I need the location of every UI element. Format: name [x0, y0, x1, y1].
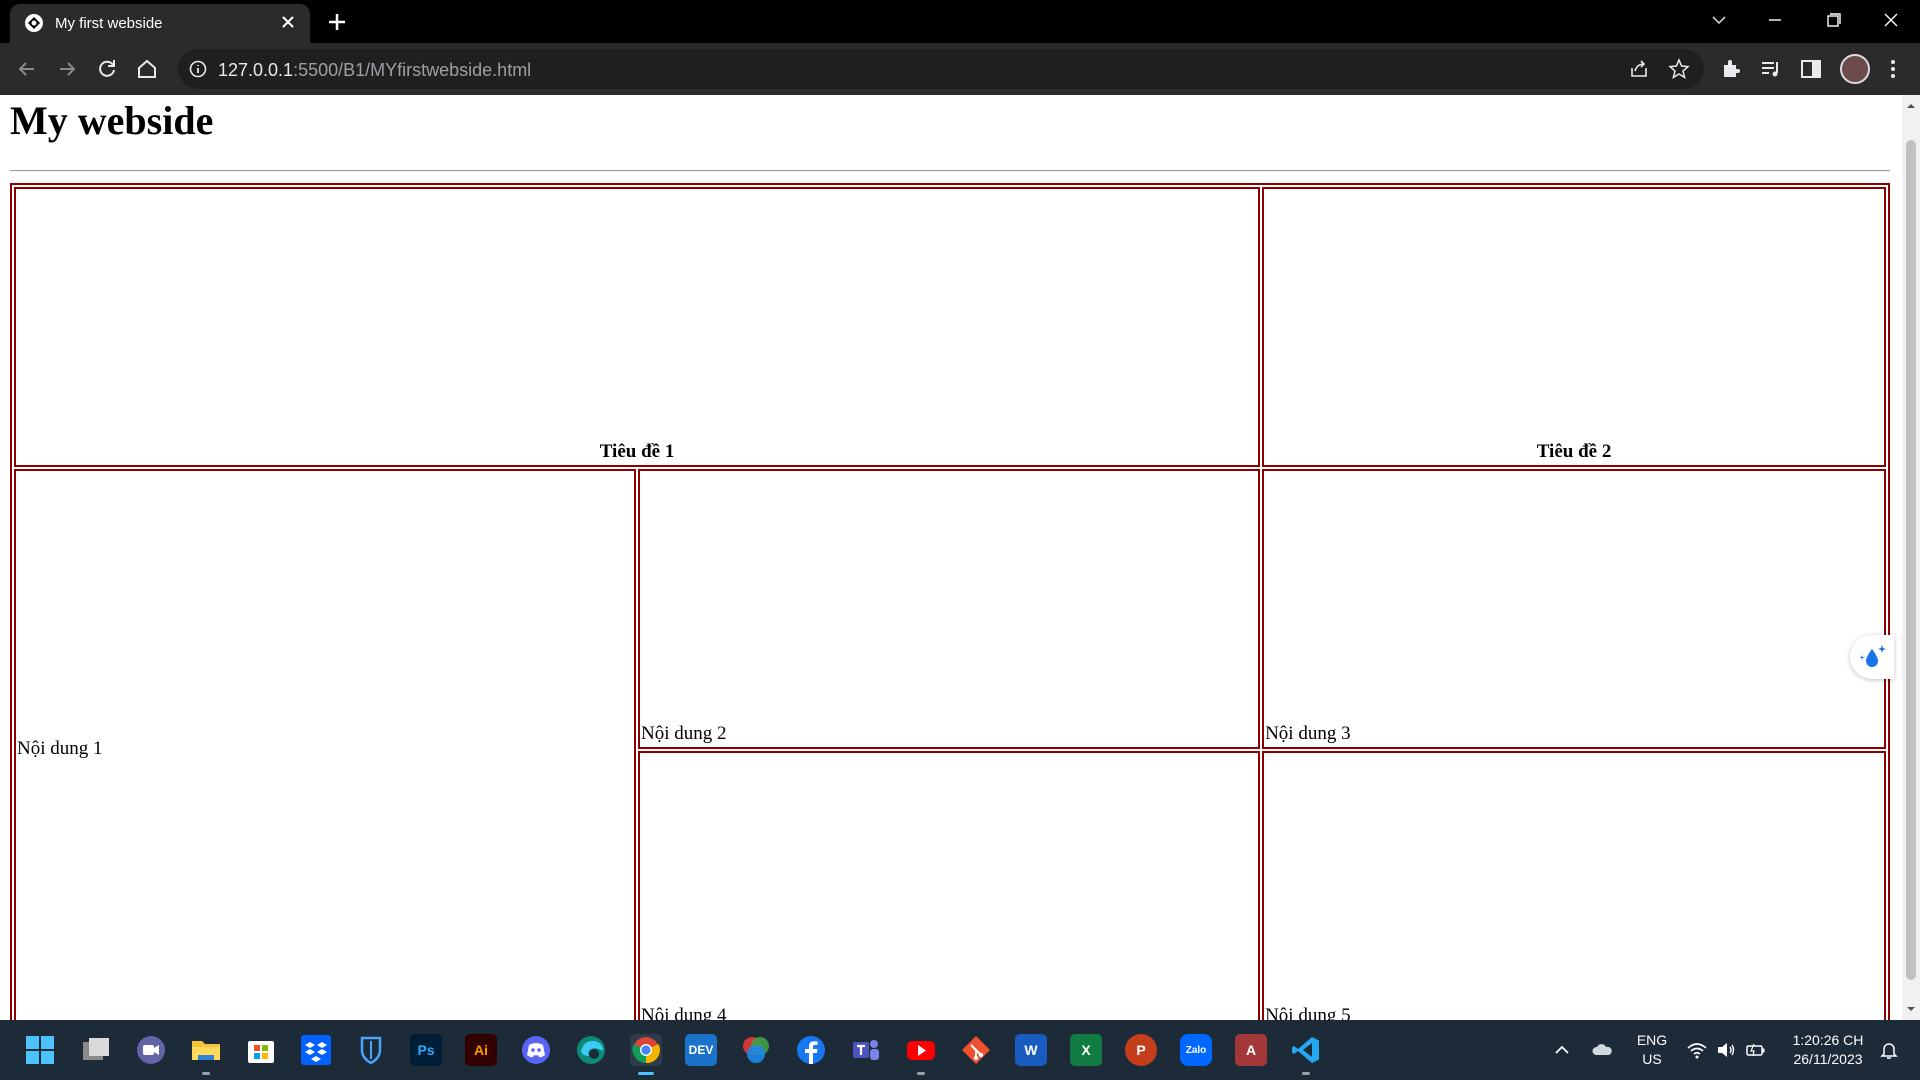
zalo-icon[interactable]: Zalo: [1180, 1034, 1212, 1066]
scroll-down-arrow-icon[interactable]: [1906, 1004, 1916, 1014]
store-icon[interactable]: [245, 1034, 277, 1066]
restore-icon[interactable]: [1818, 8, 1848, 32]
tab-search-icon[interactable]: [1704, 8, 1734, 32]
youtube-icon[interactable]: [905, 1034, 937, 1066]
dropbox-icon[interactable]: [300, 1034, 332, 1066]
running-indicator: [202, 1072, 210, 1075]
word-icon[interactable]: W: [1015, 1034, 1047, 1066]
bookmark-star-icon[interactable]: [1668, 58, 1690, 80]
reload-icon[interactable]: [94, 56, 120, 82]
close-tab-icon[interactable]: [278, 12, 298, 32]
url-path: :5500/B1/MYfirstwebside.html: [293, 60, 532, 80]
minimize-icon[interactable]: [1760, 8, 1790, 32]
windows-taskbar: Ps Ai DEV W X P Zalo A ENG US 1:20:26 CH…: [0, 1020, 1920, 1080]
browser-toolbar: 127.0.0.1:5500/B1/MYfirstwebside.html: [0, 43, 1920, 95]
table-cell-content-5: Nội dung 5: [1262, 751, 1886, 1020]
horizontal-rule: [10, 170, 1890, 172]
content-table: Tiêu đề 1 Tiêu đề 2 Nội dung 1 Nội dung …: [10, 183, 1890, 1020]
active-indicator: [638, 1072, 654, 1075]
edge-icon[interactable]: [575, 1034, 607, 1066]
clock-date: 26/11/2023: [1793, 1051, 1863, 1067]
wifi-icon[interactable]: [1686, 1039, 1708, 1061]
discord-icon[interactable]: [520, 1034, 552, 1066]
region-code: US: [1642, 1051, 1662, 1067]
file-explorer-icon[interactable]: [190, 1034, 222, 1066]
address-bar[interactable]: 127.0.0.1:5500/B1/MYfirstwebside.html: [178, 49, 1704, 89]
excel-icon[interactable]: X: [1070, 1034, 1102, 1066]
running-indicator: [917, 1072, 925, 1075]
home-icon[interactable]: [134, 56, 160, 82]
access-icon[interactable]: A: [1235, 1034, 1267, 1066]
scroll-up-arrow-icon[interactable]: [1906, 101, 1916, 111]
table-cell-content-3: Nội dung 3: [1262, 469, 1886, 749]
teams-icon[interactable]: [850, 1034, 882, 1066]
running-indicator: [1302, 1072, 1310, 1075]
site-info-icon[interactable]: [188, 59, 208, 79]
url-host: 127.0.0.1: [218, 60, 294, 80]
meet-icon[interactable]: [135, 1034, 167, 1066]
table-header-1: Tiêu đề 1: [14, 187, 1261, 467]
table-row: Nội dung 1 Nội dung 2 Nội dung 3: [14, 469, 1886, 1020]
vscode-icon[interactable]: [1290, 1034, 1322, 1066]
table-header-row: Tiêu đề 1 Tiêu đề 2: [14, 187, 1886, 467]
table-cell-content-4: Nội dung 4: [638, 751, 1261, 1020]
site-favicon-icon: [25, 14, 43, 32]
notification-bell-icon[interactable]: [1878, 1039, 1900, 1061]
photoshop-icon[interactable]: Ps: [410, 1034, 442, 1066]
bitwarden-icon[interactable]: [355, 1034, 387, 1066]
facebook-icon[interactable]: [795, 1034, 827, 1066]
volume-icon[interactable]: [1715, 1039, 1737, 1061]
tab-title: My first webside: [55, 15, 163, 32]
page-viewport: My webside Tiêu đề 1 Tiêu đề 2 Nội dung …: [0, 95, 1902, 1020]
side-panel-icon[interactable]: [1798, 56, 1824, 82]
close-window-icon[interactable]: [1876, 8, 1906, 32]
share-icon[interactable]: [1628, 58, 1650, 80]
extensions-icon[interactable]: [1718, 56, 1744, 82]
chrome-icon[interactable]: [630, 1034, 662, 1066]
page-heading: My webside: [10, 98, 214, 143]
dev-icon[interactable]: DEV: [685, 1034, 717, 1066]
show-hidden-icons-chevron-icon[interactable]: [1551, 1039, 1573, 1061]
input-language[interactable]: ENG US: [1632, 1031, 1672, 1069]
back-icon[interactable]: [14, 56, 40, 82]
table-cell-content-1: Nội dung 1: [14, 469, 637, 1020]
clock[interactable]: 1:20:26 CH 26/11/2023: [1780, 1031, 1876, 1069]
sparkle-drop-icon: [1859, 645, 1886, 667]
table-cell-content-2: Nội dung 2: [638, 469, 1261, 749]
clock-time: 1:20:26 CH: [1792, 1032, 1864, 1048]
scrollbar-thumb[interactable]: [1906, 140, 1916, 980]
floating-assistant-button[interactable]: [1850, 635, 1894, 679]
forward-icon[interactable]: [54, 56, 80, 82]
battery-icon[interactable]: [1744, 1039, 1766, 1061]
browser-tab[interactable]: My first webside: [10, 4, 310, 43]
media-control-icon[interactable]: [1758, 56, 1784, 82]
onedrive-icon[interactable]: [1591, 1039, 1613, 1061]
start-icon[interactable]: [24, 1034, 56, 1066]
url-text[interactable]: 127.0.0.1:5500/B1/MYfirstwebside.html: [218, 60, 531, 81]
menu-kebab-icon[interactable]: [1880, 56, 1906, 82]
illustrator-icon[interactable]: Ai: [465, 1034, 497, 1066]
task-view-icon[interactable]: [80, 1034, 112, 1066]
table-header-2: Tiêu đề 2: [1262, 187, 1886, 467]
language-code: ENG: [1636, 1032, 1668, 1048]
tab-strip: My first webside: [0, 0, 1920, 43]
profile-avatar[interactable]: [1840, 54, 1870, 84]
color-app-icon[interactable]: [740, 1034, 772, 1066]
git-icon[interactable]: [960, 1034, 992, 1066]
powerpoint-icon[interactable]: P: [1125, 1034, 1157, 1066]
vertical-scrollbar[interactable]: [1902, 95, 1920, 1020]
new-tab-icon[interactable]: [325, 10, 349, 34]
